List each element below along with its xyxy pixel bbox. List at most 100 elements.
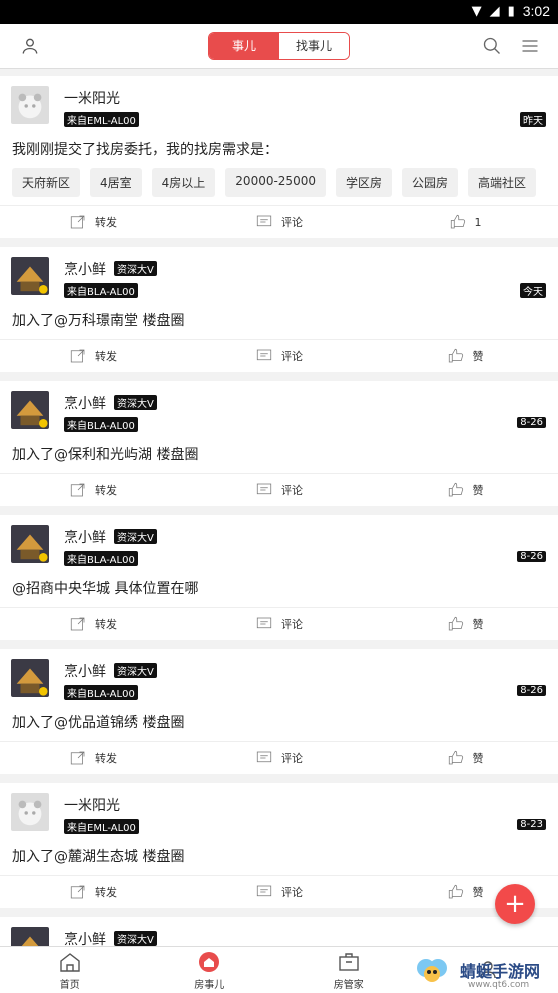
like-label: 赞 (473, 884, 484, 900)
like-button[interactable]: 赞 (372, 608, 558, 640)
like-label: 赞 (473, 616, 484, 632)
comment-button[interactable]: 评论 (186, 474, 372, 506)
vip-badge: 资深大V (114, 395, 157, 410)
like-button[interactable]: 赞 (372, 742, 558, 774)
nav-fangguanjia[interactable]: 房管家 (279, 947, 419, 993)
comment-icon (255, 749, 273, 767)
plus-icon: + (504, 889, 526, 919)
comment-button[interactable]: 评论 (186, 742, 372, 774)
dragonfly-logo-icon (412, 950, 452, 990)
post-content[interactable]: 加入了@保利和光屿湖 楼盘圈 (12, 444, 198, 464)
avatar[interactable] (11, 86, 49, 124)
status-bar: ▼ ◢ ▮ 3:02 (0, 0, 558, 24)
repost-icon (69, 347, 87, 365)
search-icon[interactable] (482, 36, 502, 56)
tag-item[interactable]: 天府新区 (12, 168, 80, 197)
avatar[interactable] (11, 391, 49, 429)
repost-icon (69, 749, 87, 767)
nav-fangshier[interactable]: 房事儿 (140, 947, 280, 993)
post-author[interactable]: 烹小鲜 (64, 527, 106, 547)
like-button[interactable]: 赞 (372, 474, 558, 506)
repost-button[interactable]: 转发 (0, 876, 186, 908)
post-time: 8-26 (517, 417, 546, 428)
post-actions: 转发 评论 赞 (0, 741, 558, 774)
user-icon[interactable] (20, 36, 40, 56)
repost-icon (69, 481, 87, 499)
post-source: 来自EML-AL00 (64, 819, 139, 834)
comment-icon (255, 883, 273, 901)
post-author[interactable]: 烹小鲜 (64, 661, 106, 681)
post-content[interactable]: 加入了@万科璟南堂 楼盘圈 (12, 310, 184, 330)
like-button[interactable]: 赞 (372, 340, 558, 372)
like-label: 赞 (473, 348, 484, 364)
thumbs-up-icon (449, 213, 467, 231)
tag-list: 天府新区 4居室 4房以上 20000-25000 学区房 公园房 高端社区 (12, 168, 536, 197)
post-card[interactable]: 烹小鲜 资深大V 来自BLA-AL00 8-26 加入了@优品道锦绣 楼盘圈 转… (0, 649, 558, 774)
thumbs-up-icon (447, 347, 465, 365)
post-author[interactable]: 一米阳光 (64, 88, 120, 108)
post-content[interactable]: 加入了@优品道锦绣 楼盘圈 (12, 712, 184, 732)
post-card[interactable]: 烹小鲜 资深大V 来自BLA-AL00 今天 加入了@万科璟南堂 楼盘圈 转发 … (0, 247, 558, 372)
comment-icon (255, 481, 273, 499)
repost-label: 转发 (95, 214, 117, 230)
post-time: 8-26 (517, 685, 546, 696)
vip-badge: 资深大V (114, 261, 157, 276)
post-author[interactable]: 烹小鲜 (64, 393, 106, 413)
post-card[interactable]: 一米阳光 来自EML-AL00 昨天 我刚刚提交了找房委托，我的找房需求是： 天… (0, 76, 558, 238)
tag-item[interactable]: 公园房 (402, 168, 458, 197)
comment-icon (255, 615, 273, 633)
repost-label: 转发 (95, 750, 117, 766)
repost-button[interactable]: 转发 (0, 742, 186, 774)
post-actions: 转发 评论 赞 (0, 607, 558, 640)
repost-label: 转发 (95, 616, 117, 632)
post-card[interactable]: 烹小鲜 资深大V 来自BLA-AL00 8-26 @招商中央华城 具体位置在哪 … (0, 515, 558, 640)
nav-label: 首页 (60, 976, 80, 991)
comment-label: 评论 (281, 616, 303, 632)
avatar[interactable] (11, 793, 49, 831)
home-icon (57, 950, 83, 974)
like-label: 1 (475, 216, 482, 229)
tab-shier[interactable]: 事儿 (209, 33, 279, 59)
tag-item[interactable]: 4居室 (90, 168, 142, 197)
like-button[interactable]: 1 (372, 206, 558, 238)
repost-icon (69, 883, 87, 901)
comment-button[interactable]: 评论 (186, 206, 372, 238)
repost-button[interactable]: 转发 (0, 340, 186, 372)
avatar[interactable] (11, 257, 49, 295)
repost-label: 转发 (95, 482, 117, 498)
post-card[interactable]: 烹小鲜 资深大V 来自BLA-AL00 8-26 加入了@保利和光屿湖 楼盘圈 … (0, 381, 558, 506)
repost-button[interactable]: 转发 (0, 474, 186, 506)
post-time: 8-23 (517, 819, 546, 830)
menu-icon[interactable] (520, 36, 540, 56)
tag-item[interactable]: 学区房 (336, 168, 392, 197)
vip-badge: 资深大V (114, 529, 157, 544)
avatar[interactable] (11, 525, 49, 563)
repost-button[interactable]: 转发 (0, 206, 186, 238)
comment-label: 评论 (281, 884, 303, 900)
repost-button[interactable]: 转发 (0, 608, 186, 640)
comment-label: 评论 (281, 348, 303, 364)
post-card[interactable]: 一米阳光 来自EML-AL00 8-23 加入了@麓湖生态城 楼盘圈 转发 评论… (0, 783, 558, 908)
post-author[interactable]: 烹小鲜 (64, 259, 106, 279)
post-content[interactable]: 我刚刚提交了找房委托，我的找房需求是： (12, 139, 278, 159)
comment-label: 评论 (281, 214, 303, 230)
tag-item[interactable]: 4房以上 (152, 168, 216, 197)
tab-zhaoshier[interactable]: 找事儿 (279, 33, 349, 59)
repost-label: 转发 (95, 884, 117, 900)
tag-item[interactable]: 高端社区 (468, 168, 536, 197)
tag-item[interactable]: 20000-25000 (225, 168, 326, 197)
post-content[interactable]: @招商中央华城 具体位置在哪 (12, 578, 198, 598)
house-badge-icon (196, 950, 222, 974)
post-author[interactable]: 一米阳光 (64, 795, 120, 815)
nav-label: 房事儿 (194, 976, 224, 991)
nav-home[interactable]: 首页 (0, 947, 140, 993)
like-label: 赞 (473, 750, 484, 766)
comment-button[interactable]: 评论 (186, 876, 372, 908)
post-content[interactable]: 加入了@麓湖生态城 楼盘圈 (12, 846, 184, 866)
compose-fab[interactable]: + (495, 884, 535, 924)
comment-button[interactable]: 评论 (186, 340, 372, 372)
avatar[interactable] (11, 659, 49, 697)
comment-button[interactable]: 评论 (186, 608, 372, 640)
comment-label: 评论 (281, 750, 303, 766)
post-source: 来自BLA-AL00 (64, 283, 138, 298)
